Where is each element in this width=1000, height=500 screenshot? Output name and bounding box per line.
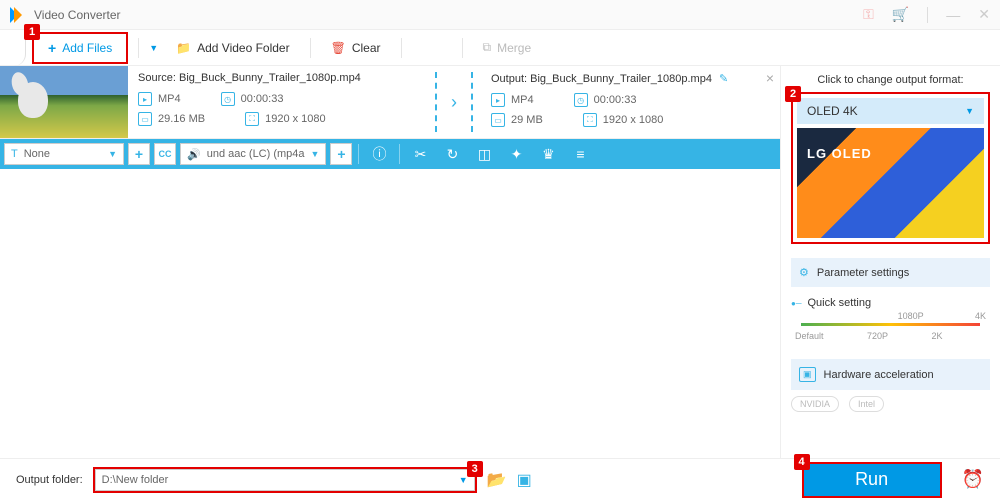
resolution-icon: ⛶ (245, 112, 259, 126)
app-title: Video Converter (34, 8, 121, 22)
output-size: ▭29 MB (491, 113, 543, 127)
audio-dropdown[interactable]: 🔊 und aac (LC) (mp4a ▼ (180, 143, 326, 165)
add-files-button[interactable]: + Add Files (38, 36, 122, 60)
step-marker-2: 2 (785, 86, 801, 102)
parameter-settings-button[interactable]: ⚙ Parameter settings (791, 258, 990, 287)
dropdown-caret-icon[interactable]: ▼ (149, 43, 158, 53)
merge-icon: ⧉ (483, 40, 492, 55)
text-icon: T (11, 148, 18, 160)
remove-file-icon[interactable]: × (766, 70, 774, 86)
cart-icon[interactable]: 🛒 (892, 6, 909, 23)
format-icon: ▸ (491, 93, 505, 107)
subtitle-tool-icon[interactable]: ≡ (566, 140, 594, 168)
sliders-icon: ⚙ (799, 266, 809, 279)
speaker-icon: 🔊 (187, 148, 201, 161)
output-resolution: ⛶1920 x 1080 (583, 113, 664, 127)
merge-button[interactable]: ⧉ Merge (473, 36, 542, 59)
open-output-icon[interactable]: ▣ (517, 470, 532, 490)
trim-tool-icon[interactable]: ✂ (406, 140, 434, 168)
step-marker-1: 1 (24, 24, 40, 40)
chip-icon: ▣ (799, 367, 816, 382)
effect-tool-icon[interactable]: ✦ (502, 140, 530, 168)
add-folder-button[interactable]: 📁 Add Video Folder (166, 37, 299, 59)
chevron-down-icon: ▼ (965, 106, 974, 116)
schedule-icon[interactable]: ⏰ (962, 469, 984, 490)
watermark-tool-icon[interactable]: ♛ (534, 140, 562, 168)
step-marker-3: 3 (467, 461, 483, 477)
step-marker-4: 4 (794, 454, 810, 470)
resolution-icon: ⛶ (583, 113, 597, 127)
chevron-down-icon: ▼ (108, 149, 117, 159)
output-folder-input[interactable]: D:\New folder ▼ (95, 469, 475, 491)
key-icon[interactable]: ⚿ (863, 6, 874, 23)
rotate-tool-icon[interactable]: ↻ (438, 140, 466, 168)
titlebar: Video Converter ⚿ 🛒 — ✕ (0, 0, 1000, 30)
arrow-icon: › (451, 92, 457, 113)
toolbar: 1 + Add Files ▼ 📁 Add Video Folder 🗑 Cle… (0, 30, 1000, 66)
output-folder-label: Output folder: (16, 474, 83, 486)
app-window: Video Converter ⚿ 🛒 — ✕ 1 + Add Files ▼ … (0, 0, 1000, 500)
source-resolution: ⛶1920 x 1080 (245, 112, 326, 126)
clock-icon: ◷ (574, 93, 588, 107)
minimize-icon[interactable]: — (946, 7, 960, 23)
app-logo-icon (10, 7, 26, 23)
output-duration: ◷00:00:33 (574, 93, 637, 107)
tv-brand-label: LG OLED (807, 146, 872, 161)
intel-badge: Intel (849, 396, 884, 412)
quality-slider[interactable]: 1080P 4K Default 720P 2K (791, 315, 990, 351)
clear-button[interactable]: 🗑 Clear (321, 37, 391, 59)
output-format: ▸MP4 (491, 93, 534, 107)
add-audio-button[interactable]: + (330, 143, 352, 165)
run-button[interactable]: 4 Run (802, 462, 942, 498)
clock-icon: ◷ (221, 92, 235, 106)
action-bar: T None ▼ + CC 🔊 und aac (LC) (mp4a ▼ + ⓘ… (0, 139, 780, 169)
source-size: ▭29.16 MB (138, 112, 205, 126)
source-duration: ◷00:00:33 (221, 92, 284, 106)
quick-setting-label: ●─ Quick setting (791, 297, 990, 309)
footer: Output folder: 3 D:\New folder ▼ 📂 ▣ 4 R… (0, 458, 1000, 500)
format-preview[interactable]: LG OLED (797, 128, 984, 238)
folder-icon: ▭ (491, 113, 505, 127)
subtitle-dropdown[interactable]: T None ▼ (4, 143, 124, 165)
crop-tool-icon[interactable]: ◫ (470, 140, 498, 168)
add-subtitle-button[interactable]: + (128, 143, 150, 165)
plus-icon: + (48, 40, 56, 56)
source-label: Source: Big_Buck_Bunny_Trailer_1080p.mp4 (138, 72, 417, 84)
main-panel: × Source: Big_Buck_Bunny_Trailer_1080p.m… (0, 66, 780, 458)
output-format-dropdown[interactable]: OLED 4K ▼ (797, 98, 984, 124)
chevron-down-icon: ▼ (311, 149, 320, 159)
trash-icon: 🗑 (331, 41, 346, 55)
output-label: Output: Big_Buck_Bunny_Trailer_1080p.mp4… (491, 72, 770, 85)
file-row: × Source: Big_Buck_Bunny_Trailer_1080p.m… (0, 66, 780, 139)
side-panel: Click to change output format: 2 OLED 4K… (780, 66, 1000, 458)
close-icon[interactable]: ✕ (978, 6, 990, 23)
browse-folder-icon[interactable]: 📂 (487, 470, 507, 490)
folder-plus-icon: 📁 (176, 41, 191, 55)
hardware-accel-toggle[interactable]: ▣ Hardware acceleration (791, 359, 990, 390)
cc-button[interactable]: CC (154, 143, 176, 165)
edit-output-icon[interactable]: ✎ (719, 73, 728, 85)
source-format: ▸MP4 (138, 92, 181, 106)
format-title: Click to change output format: (791, 74, 990, 86)
nvidia-badge: NVIDIA (791, 396, 839, 412)
video-thumbnail[interactable] (0, 66, 128, 138)
info-tool-icon[interactable]: ⓘ (365, 140, 393, 168)
folder-icon: ▭ (138, 112, 152, 126)
format-icon: ▸ (138, 92, 152, 106)
